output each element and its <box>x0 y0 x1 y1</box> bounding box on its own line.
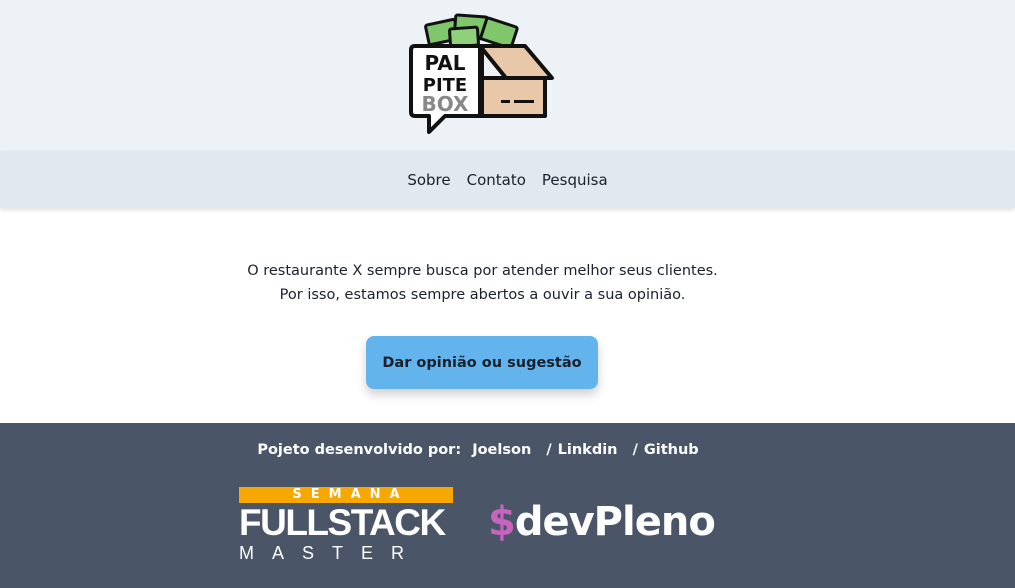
intro-line-1: O restaurante X sempre busca por atender… <box>247 263 718 279</box>
nav-link-pesquisa[interactable]: Pesquisa <box>542 171 608 189</box>
main-nav: Sobre Contato Pesquisa <box>0 151 1015 208</box>
money-bills-icon <box>424 13 519 50</box>
author-link[interactable]: Joelson <box>472 442 531 458</box>
main-content: O restaurante X sempre busca por atender… <box>0 208 1015 423</box>
separator: / <box>546 442 552 458</box>
logo-text-box: BOX <box>422 92 470 116</box>
dollar-icon: $ <box>488 499 516 545</box>
logo-text-pal: PAL <box>424 51 465 75</box>
github-link[interactable]: Github <box>644 442 699 458</box>
linkedin-link[interactable]: Linkdin <box>558 442 618 458</box>
credit-prefix: Pojeto desenvolvido por: <box>257 442 462 458</box>
intro-line-2: Por isso, estamos sempre abertos a ouvir… <box>279 287 686 303</box>
give-feedback-button[interactable]: Dar opinião ou sugestão <box>366 336 598 389</box>
fsm-main-text: FULLSTACK <box>239 502 446 543</box>
semana-fullstack-master-logo: SEMANA FULLSTACK MASTER <box>239 487 453 563</box>
header: PAL PITE BOX <box>0 0 1015 151</box>
nav-link-sobre[interactable]: Sobre <box>407 171 450 189</box>
devpleno-text: devPleno <box>514 499 716 545</box>
intro-text: O restaurante X sempre busca por atender… <box>0 259 965 307</box>
fsm-bottom-text: MASTER <box>239 543 423 563</box>
credits: Pojeto desenvolvido por: Joelson / Linkdi… <box>0 442 956 458</box>
devpleno-logo: $devPleno <box>488 497 716 547</box>
speech-bubble-icon: PAL PITE BOX <box>409 44 482 134</box>
footer: Pojeto desenvolvido por: Joelson / Linkdi… <box>0 423 1015 588</box>
fsm-top-text: SEMANA <box>239 487 453 503</box>
palpitebox-logo[interactable]: PAL PITE BOX <box>405 12 560 136</box>
box-icon <box>478 44 554 118</box>
separator: / <box>632 442 638 458</box>
nav-link-contato[interactable]: Contato <box>467 171 526 189</box>
